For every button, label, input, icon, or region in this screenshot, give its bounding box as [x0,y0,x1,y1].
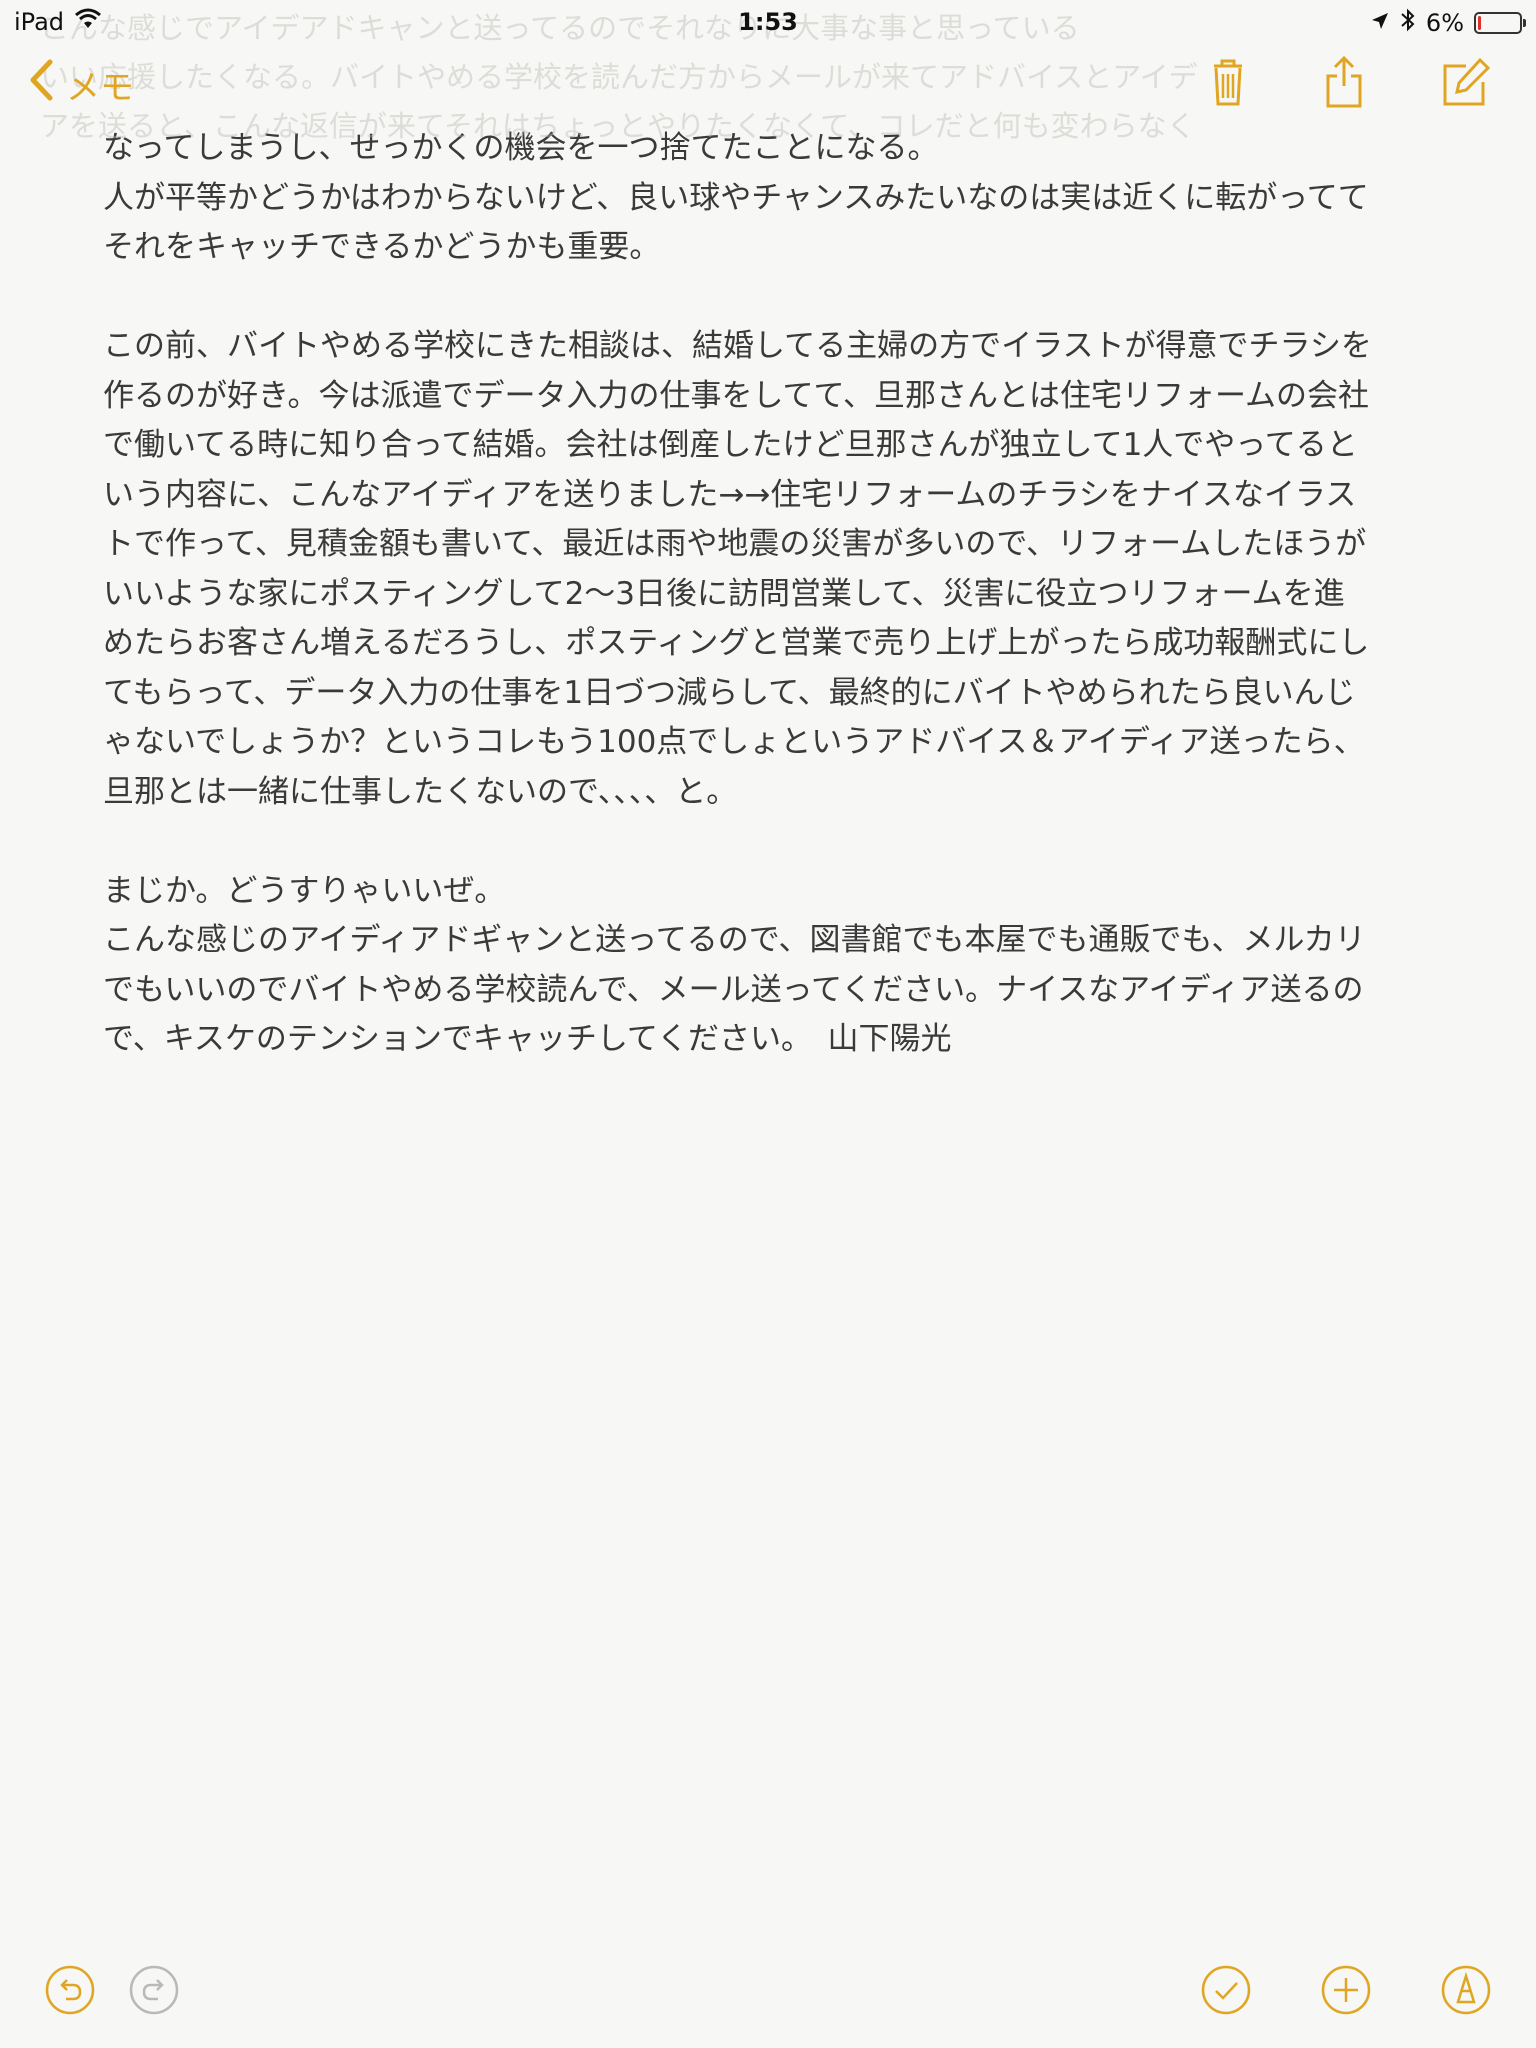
battery-icon [1474,12,1526,34]
note-line: いいような家にポスティングして2〜3日後に訪問営業して、災害に役立つリフォームを… [103,575,1345,612]
battery-percent: 6% [1425,9,1464,37]
compose-icon[interactable] [1436,54,1492,110]
clock: 1:53 [738,8,798,36]
note-body[interactable]: なってしまうし、せっかくの機会を一つ捨てたことになる。 人が平等かどうかはわから… [103,124,1443,1065]
location-arrow-icon [1370,9,1390,37]
chevron-left-icon [28,58,54,111]
note-line: こんな感じのアイディアドギャンと送ってるので、図書館でも本屋でも通販でも、メルカ… [103,922,1366,958]
add-icon[interactable] [1320,1964,1372,2016]
trash-icon[interactable] [1200,54,1256,110]
note-line: でもいいのでバイトやめる学校読んで、メール送ってください。ナイスなアイディア送る… [103,971,1364,1008]
note-line: それをキャッチできるかどうかも重要。 [103,229,661,265]
note-line: 旦那とは一緒に仕事したくないので、、、、と。 [103,773,738,810]
battery-fill [1478,16,1481,30]
bottom-toolbar [0,1948,1536,2048]
note-line: めたらお客さん増えるだろうし、ポスティングと営業で売り上げ上がったら成功報酬式に… [103,625,1370,661]
checklist-icon[interactable] [1200,1964,1252,2016]
back-button[interactable]: メモ [28,58,134,111]
note-line: で、キスケのテンションでキャッチしてください。 山下陽光 [103,1021,952,1057]
back-button-label: メモ [66,68,134,108]
note-line: まじか。どうすりゃいいぜ。 [103,872,506,909]
status-bar: iPad 1:53 6% [0,0,1536,40]
note-line: てもらって、データ入力の仕事を1日づつ減らして、最終的にバイトやめられたら良いん… [103,674,1356,711]
status-right: 6% [1370,8,1526,38]
bluetooth-icon [1400,8,1416,38]
note-line: いう内容に、こんなアイディアを送りました→→住宅リフォームのチラシをナイスなイラ… [103,476,1357,513]
note-line: 作るのが好き。今は派遣でデータ入力の仕事をしてて、旦那さんとは住宅リフォームの会… [103,377,1370,414]
note-line: この前、バイトやめる学校にきた相談は、結婚してる主婦の方でイラストが得意でチラシ… [103,328,1372,364]
note-line: ゃないでしょうか？というコレもう100点でしょというアドバイス＆アイディア送った… [103,724,1365,760]
nav-bar: メモ [0,40,1536,126]
note-line: トで作って、見積金額も書いて、最近は雨や地震の災害が多いので、リフォームしたほう… [103,526,1367,562]
markup-pen-icon[interactable] [1440,1964,1492,2016]
share-icon[interactable] [1316,54,1372,110]
redo-icon[interactable] [128,1964,180,2016]
note-line: で働いてる時に知り合って結婚。会社は倒産したけど旦那さんが独立して1人でやってる… [103,427,1358,463]
note-line: 人が平等かどうかはわからないけど、良い球やチャンスみたいなのは実は近くに転がって… [103,179,1369,216]
undo-icon[interactable] [44,1964,96,2016]
